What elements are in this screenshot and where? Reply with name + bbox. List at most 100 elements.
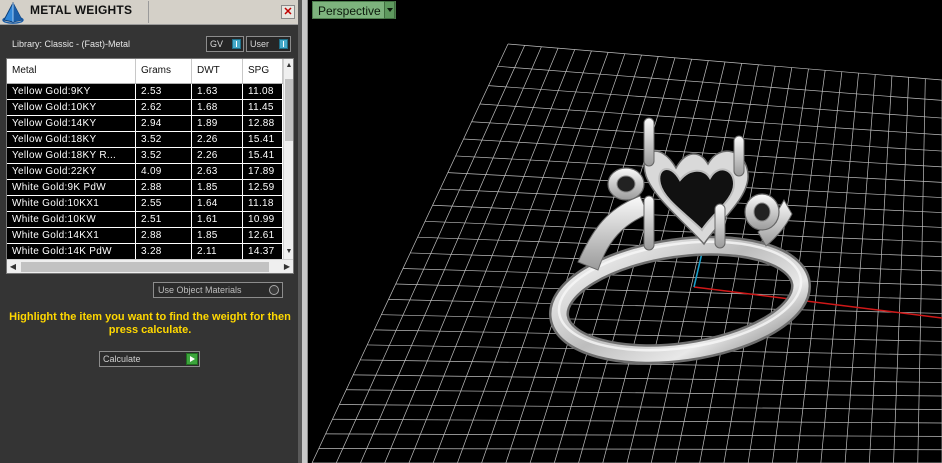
dwt-cell: 2.26 <box>192 148 243 163</box>
dwt-cell: 2.26 <box>192 132 243 147</box>
grid-line <box>384 48 559 463</box>
grid-line <box>650 63 743 463</box>
calculate-button[interactable]: Calculate <box>99 351 200 367</box>
table-body: Yellow Gold:9KY 2.53 1.63 11.08 Yellow Gold… <box>7 84 283 260</box>
grid-line <box>374 329 942 342</box>
spg-cell: 15.41 <box>243 132 283 147</box>
metal-cell: White Gold:14K PdW <box>7 244 136 259</box>
dwt-cell: 1.63 <box>192 84 243 99</box>
spg-cell: 15.41 <box>243 148 283 163</box>
column-header-dwt[interactable]: DWT <box>192 59 243 83</box>
viewport-scene <box>311 43 942 463</box>
grid-line <box>699 66 776 463</box>
column-header-grams[interactable]: Grams <box>136 59 192 83</box>
calculate-label: Calculate <box>103 354 141 364</box>
radio-icon[interactable] <box>269 285 279 295</box>
table-row[interactable]: White Gold:9K PdW 2.88 1.85 12.59 <box>7 180 283 196</box>
metal-cell: White Gold:10KW <box>7 212 136 227</box>
grid-line <box>360 46 542 463</box>
table-header: Metal Grams DWT SPG <box>7 59 283 84</box>
close-icon[interactable]: ✕ <box>281 5 295 19</box>
spg-cell: 12.59 <box>243 180 283 195</box>
table-row[interactable]: White Gold:10KX1 2.55 1.64 11.18 <box>7 196 283 212</box>
view-name-label: Perspective <box>318 4 381 18</box>
metal-weights-table: Metal Grams DWT SPG Yellow Gold:9KY 2.53 1… <box>6 58 294 274</box>
spg-cell: 11.45 <box>243 100 283 115</box>
column-header-metal[interactable]: Metal <box>7 59 136 83</box>
metal-cell: Yellow Gold:9KY <box>7 84 136 99</box>
dwt-cell: 2.63 <box>192 164 243 179</box>
chevron-down-icon[interactable] <box>384 1 395 19</box>
table-row[interactable]: White Gold:10KW 2.51 1.61 10.99 <box>7 212 283 228</box>
use-object-materials-option[interactable]: Use Object Materials <box>153 282 283 298</box>
use-object-materials-label: Use Object Materials <box>158 285 242 295</box>
table-row[interactable]: Yellow Gold:10KY 2.62 1.68 11.45 <box>7 100 283 116</box>
dwt-cell: 1.68 <box>192 100 243 115</box>
table-row[interactable]: Yellow Gold:14KY 2.94 1.89 12.88 <box>7 116 283 132</box>
column-header-spg[interactable]: SPG <box>243 59 283 83</box>
grams-cell: 3.52 <box>136 132 192 147</box>
user-toggle-label: User <box>250 39 270 49</box>
play-arrow-icon[interactable] <box>186 353 198 365</box>
grid-line <box>335 45 526 463</box>
pyramid-logo-icon <box>2 1 24 24</box>
table-row[interactable]: Yellow Gold:22KY 4.09 2.63 17.89 <box>7 164 283 180</box>
table-row[interactable]: Yellow Gold:18KY 3.52 2.26 15.41 <box>7 132 283 148</box>
table-row[interactable]: White Gold:14KX1 2.88 1.85 12.61 <box>7 228 283 244</box>
grams-cell: 2.62 <box>136 100 192 115</box>
table-horizontal-scrollbar[interactable]: ◀ ▶ <box>7 259 293 273</box>
x-axis-line <box>693 286 942 319</box>
grams-cell: 3.52 <box>136 148 192 163</box>
grams-cell: 3.28 <box>136 244 192 259</box>
grams-cell: 2.88 <box>136 180 192 195</box>
table-row[interactable]: White Gold:14K PdW 3.28 2.11 14.37 <box>7 244 283 260</box>
library-label: Library: Classic - (Fast)-Metal <box>12 39 131 49</box>
gv-toggle-label: GV <box>210 39 224 49</box>
dwt-cell: 1.61 <box>192 212 243 227</box>
gv-toggle[interactable]: GV <box>206 36 244 52</box>
metal-cell: Yellow Gold:18KY <box>7 132 136 147</box>
grams-cell: 2.55 <box>136 196 192 211</box>
spg-cell: 12.88 <box>243 116 283 131</box>
horizontal-scroll-thumb[interactable] <box>21 262 269 272</box>
metal-cell: Yellow Gold:22KY <box>7 164 136 179</box>
perspective-viewport[interactable]: Perspective <box>308 0 942 463</box>
ring-model <box>548 117 812 365</box>
scroll-up-icon[interactable]: ▲ <box>284 61 293 71</box>
vertical-scroll-thumb[interactable] <box>285 79 293 141</box>
table-row[interactable]: Yellow Gold:18KY R... 3.52 2.26 15.41 <box>7 148 283 164</box>
user-toggle[interactable]: User <box>246 36 291 52</box>
grams-cell: 2.94 <box>136 116 192 131</box>
metal-cell: Yellow Gold:18KY R... <box>7 148 136 163</box>
spg-cell: 12.61 <box>243 228 283 243</box>
metal-cell: White Gold:14KX1 <box>7 228 136 243</box>
metal-cell: Yellow Gold:14KY <box>7 116 136 131</box>
grams-cell: 4.09 <box>136 164 192 179</box>
metal-weights-panel: METAL WEIGHTS ✕ Library: Classic - (Fast… <box>0 0 302 463</box>
grid-line <box>346 389 942 397</box>
dwt-cell: 1.85 <box>192 228 243 243</box>
grid-line <box>381 314 942 328</box>
dwt-cell: 1.89 <box>192 116 243 131</box>
scroll-right-icon[interactable]: ▶ <box>281 260 293 273</box>
grid-line <box>432 50 592 463</box>
grid-line <box>917 78 926 463</box>
instructions-text: Highlight the item you want to find the … <box>9 311 291 336</box>
grid-line <box>675 64 759 463</box>
grams-cell: 2.53 <box>136 84 192 99</box>
table-row[interactable]: Yellow Gold:9KY 2.53 1.63 11.08 <box>7 84 283 100</box>
toggle-knob-icon <box>279 39 288 49</box>
panel-title: METAL WEIGHTS <box>30 3 133 17</box>
spg-cell: 10.99 <box>243 212 283 227</box>
panel-title-bar: METAL WEIGHTS ✕ <box>0 0 298 25</box>
spg-cell: 11.18 <box>243 196 283 211</box>
metal-cell: Yellow Gold:10KY <box>7 100 136 115</box>
grid-line <box>311 43 509 463</box>
spg-cell: 11.08 <box>243 84 283 99</box>
dwt-cell: 2.11 <box>192 244 243 259</box>
scroll-down-icon[interactable]: ▼ <box>284 247 293 257</box>
metal-cell: White Gold:9K PdW <box>7 180 136 195</box>
table-vertical-scrollbar[interactable]: ▲ ▼ <box>283 59 293 259</box>
grid-line <box>339 404 942 410</box>
scroll-left-icon[interactable]: ◀ <box>7 260 19 273</box>
